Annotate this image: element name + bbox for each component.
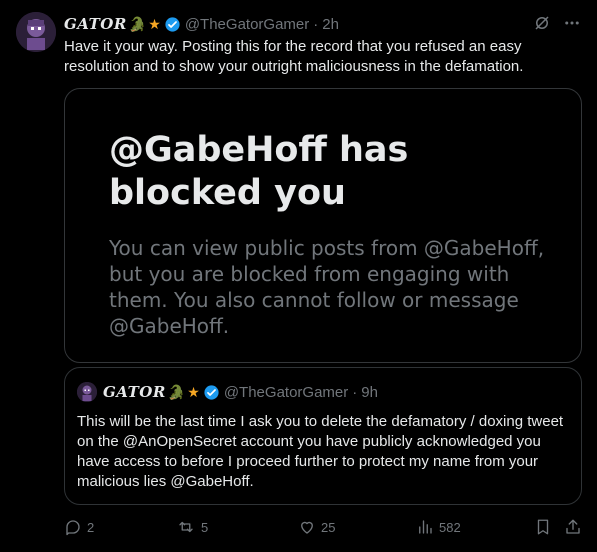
header-actions (533, 14, 581, 37)
quoted-handle: @TheGatorGamer (223, 383, 349, 401)
blocked-title: @GabeHoff has blocked you (109, 130, 409, 213)
post-text: Have it your way. Posting this for the r… (64, 38, 524, 75)
reply-icon (64, 518, 82, 536)
post-header: GATOR 🐊 ★ @TheGatorGamer · 2h (64, 14, 581, 34)
views-count: 582 (439, 519, 461, 535)
bookmark-button[interactable] (534, 518, 552, 536)
heart-icon (298, 518, 316, 536)
like-count: 25 (321, 519, 336, 535)
quoted-post-header: GATOR 🐊 ★ @TheGatorGamer · 9h (77, 382, 378, 402)
views-button[interactable]: 582 (416, 518, 461, 536)
star-emoji-icon: ★ (187, 383, 200, 400)
quoted-display-name: GATOR (103, 383, 166, 401)
grok-icon[interactable] (533, 14, 551, 37)
more-options-icon[interactable] (563, 14, 581, 37)
repost-count: 5 (201, 519, 209, 535)
star-emoji-icon: ★ (148, 15, 161, 32)
separator: · (352, 383, 358, 401)
like-button[interactable]: 25 (298, 518, 335, 536)
avatar[interactable] (16, 12, 56, 52)
bookmark-icon (534, 518, 552, 536)
share-button[interactable] (564, 518, 582, 536)
verified-badge-icon[interactable] (164, 16, 181, 33)
repost-button[interactable]: 5 (176, 518, 208, 536)
quoted-post-text: This will be the last time I ask you to … (77, 413, 564, 490)
timestamp[interactable]: 2h (322, 16, 339, 33)
display-name[interactable]: GATOR (64, 15, 127, 33)
views-chart-icon (416, 518, 434, 536)
repost-icon (176, 518, 196, 536)
handle[interactable]: @TheGatorGamer (185, 16, 309, 33)
quoted-timestamp: 9h (361, 383, 378, 401)
reply-button[interactable]: 2 (64, 518, 94, 536)
reply-count: 2 (87, 519, 95, 535)
action-bar: 2 5 25 582 (64, 516, 584, 538)
attached-image[interactable]: @GabeHoff has blocked you You can view p… (64, 88, 582, 363)
quoted-post[interactable]: GATOR 🐊 ★ @TheGatorGamer · 9h This will … (64, 367, 582, 505)
image-content: @GabeHoff has blocked you You can view p… (109, 129, 549, 339)
gator-emoji-icon: 🐊 (167, 383, 186, 400)
blocked-description: You can view public posts from @GabeHoff… (109, 236, 545, 338)
quoted-avatar (77, 382, 97, 402)
gator-emoji-icon: 🐊 (128, 15, 147, 32)
separator: · (313, 15, 319, 33)
share-icon (564, 518, 582, 536)
verified-badge-icon (203, 384, 220, 401)
